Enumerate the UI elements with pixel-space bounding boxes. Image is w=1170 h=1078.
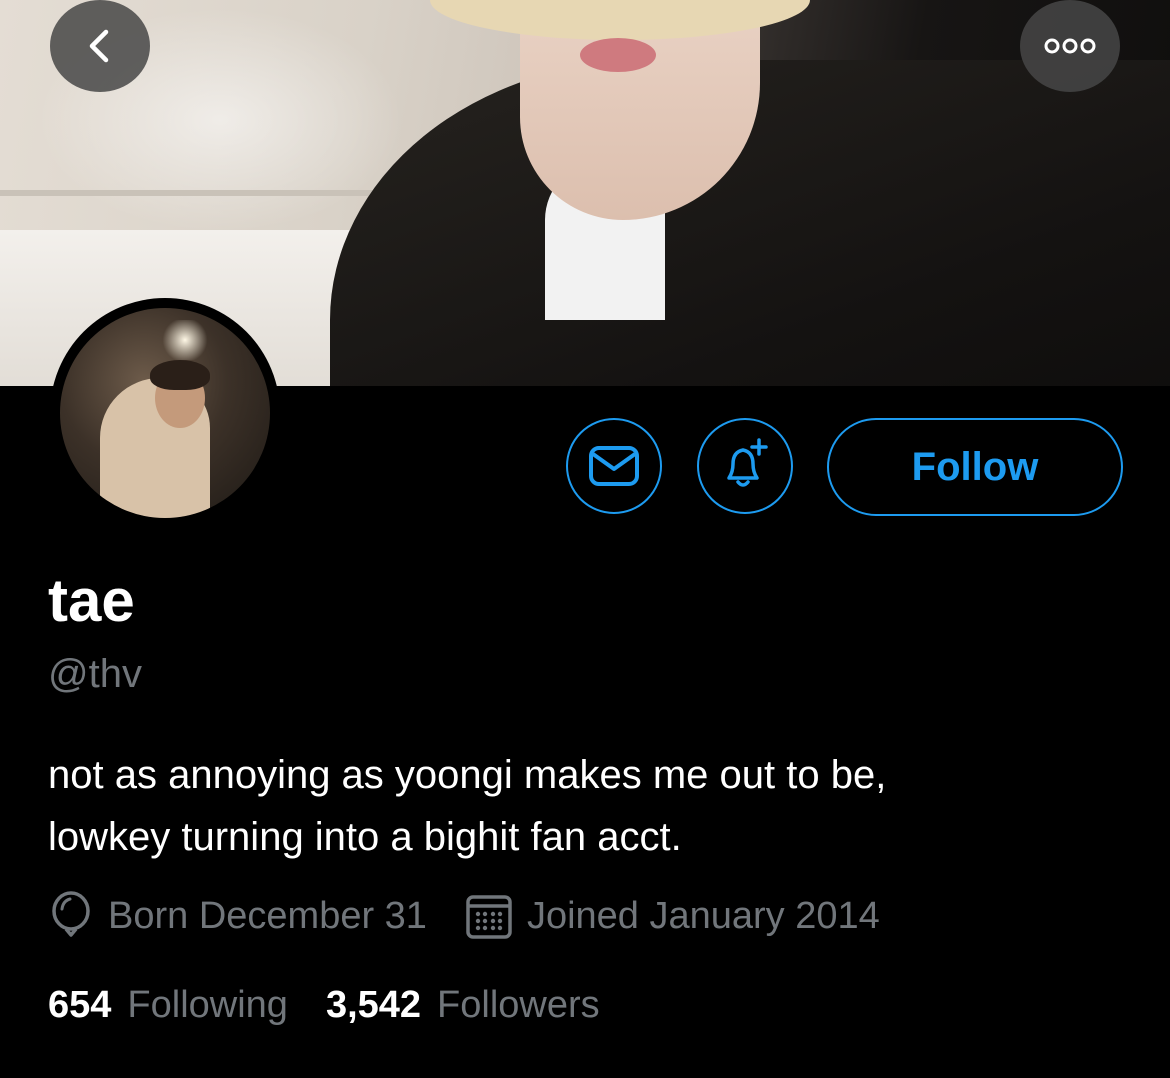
avatar-hair-shape [150,360,210,390]
profile-meta: Born December 31 Joined January 2014 [48,890,880,942]
birthday-info: Born December 31 [48,891,427,941]
banner-lips-shape [580,38,656,72]
followers-count[interactable]: 3,542 [326,984,421,1027]
profile-bio: not as annoying as yoongi makes me out t… [48,744,1128,868]
following-label[interactable]: Following [127,984,288,1027]
more-horizontal-icon [1044,38,1096,54]
back-button[interactable] [50,0,150,92]
follow-stats: 654 Following 3,542 Followers [48,984,638,1027]
bell-plus-icon [727,438,768,487]
calendar-icon [466,895,512,939]
username-handle: @thv [48,652,142,696]
message-button[interactable] [566,418,662,514]
bio-line: lowkey turning into a bighit fan acct. [48,815,682,859]
chevron-left-icon [89,29,109,63]
display-name: tae [48,567,135,634]
avatar-image [60,308,270,518]
follow-button[interactable]: Follow [827,418,1123,516]
bio-line: not as annoying as yoongi makes me out t… [48,753,887,797]
joined-info: Joined January 2014 [465,892,880,940]
followers-label[interactable]: Followers [437,984,600,1027]
balloon-icon [52,891,90,937]
following-count[interactable]: 654 [48,984,111,1027]
notifications-button[interactable] [697,418,793,514]
avatar-light-shape [160,320,210,360]
birthday-text: Born December 31 [108,894,427,937]
more-options-button[interactable] [1020,0,1120,92]
joined-text: Joined January 2014 [526,894,880,937]
avatar[interactable] [50,298,280,528]
mail-icon [589,446,639,486]
